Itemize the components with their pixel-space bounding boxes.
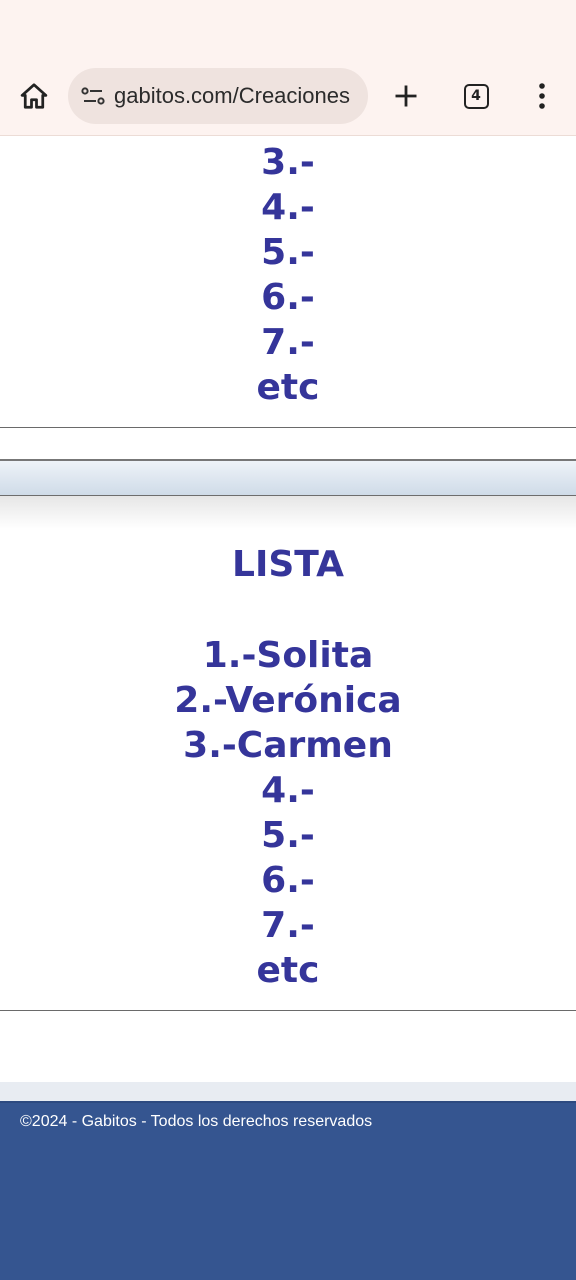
list-item: 5.- [261, 232, 315, 273]
footer-top-strip [0, 1082, 576, 1101]
site-info-icon[interactable] [80, 84, 106, 108]
list-item: 4.- [261, 770, 315, 811]
home-button[interactable] [14, 76, 54, 116]
list-item: 1.-Solita [202, 635, 374, 676]
list-item: 3.- [261, 142, 315, 183]
bottom-list: 1.-Solita 2.-Verónica 3.-Carmen 4.- 5.- … [0, 633, 576, 993]
list-item: 3.-Carmen [183, 725, 393, 766]
horizontal-rule [0, 1010, 576, 1011]
list-item: 2.-Verónica [174, 680, 402, 721]
new-tab-button[interactable] [386, 76, 426, 116]
tab-switcher-icon: 4 [463, 83, 489, 109]
browser-toolbar: gabitos.com/Creaciones 4 [0, 0, 576, 136]
top-list: 3.- 4.- 5.- 6.- 7.- etc [0, 140, 576, 410]
tab-switcher-button[interactable]: 4 [456, 76, 496, 116]
copyright-text: ©2024 - Gabitos - Todos los derechos res… [20, 1113, 373, 1130]
list-item: etc [256, 367, 320, 408]
horizontal-rule [0, 427, 576, 428]
section-divider [0, 459, 576, 529]
list-item: 7.- [261, 322, 315, 363]
list-item: 6.- [261, 277, 315, 318]
list-item: 7.- [261, 905, 315, 946]
more-vert-icon [539, 83, 545, 109]
list-item: 5.- [261, 815, 315, 856]
home-icon [20, 83, 48, 109]
url-text: gabitos.com/Creaciones [114, 83, 351, 108]
address-bar[interactable]: gabitos.com/Creaciones [68, 68, 368, 124]
plus-icon [395, 85, 417, 107]
more-menu-button[interactable] [522, 76, 562, 116]
list-item: 6.- [261, 860, 315, 901]
list-item: etc [256, 950, 320, 991]
section-title: LISTA [232, 544, 344, 585]
site-footer: ©2024 - Gabitos - Todos los derechos res… [0, 1101, 576, 1280]
list-item: 4.- [261, 187, 315, 228]
tab-count: 4 [471, 88, 481, 104]
